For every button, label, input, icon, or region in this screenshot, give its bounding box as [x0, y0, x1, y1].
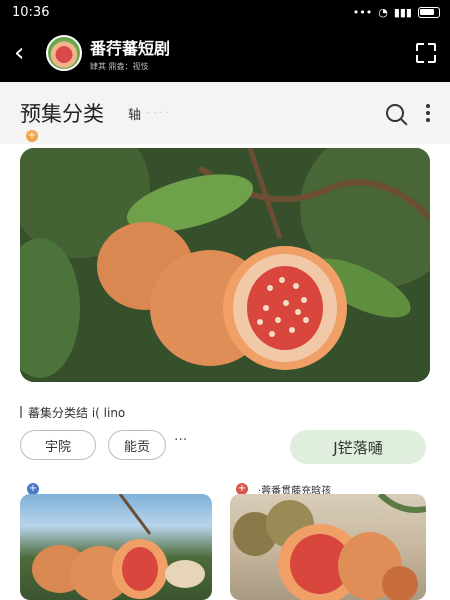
share-icon[interactable] — [412, 39, 440, 67]
app-title: 番荇蕃短剧 — [90, 38, 171, 58]
app-header: ‹ 番荇蕃短剧 肄其 鼎盎：视忮 — [0, 24, 450, 82]
signal-dots-icon: ••• — [352, 5, 373, 19]
section-title: 预集分类 — [20, 102, 104, 126]
filter-chip-1[interactable]: 宇院 — [20, 430, 96, 460]
status-icons: ••• ◔ ▮▮▮ — [353, 6, 440, 19]
section-tag-dim: · · · · — [147, 107, 170, 119]
more-icon[interactable] — [426, 104, 430, 122]
search-icon[interactable] — [386, 104, 404, 122]
status-bar: 10:36 ••• ◔ ▮▮▮ — [0, 0, 450, 24]
hero-illustration — [20, 148, 430, 382]
filter-label: 蕃集分类结 i( lino — [20, 404, 125, 421]
section-header: 预集分类 轴 · · · · — [0, 82, 450, 144]
thumbnail-card[interactable] — [230, 494, 426, 600]
section-tag[interactable]: 轴 — [128, 104, 141, 123]
filter-label-text: 蕃集分类结 i( lino — [28, 406, 126, 420]
battery-icon — [418, 6, 440, 18]
filter-chip-2[interactable]: 能贡 — [108, 430, 166, 460]
title-box: 番荇蕃短剧 肄其 鼎盎：视忮 — [90, 35, 416, 72]
more-filters-button[interactable]: ··· — [174, 432, 187, 448]
avatar[interactable] — [46, 35, 82, 71]
filter-label-bar — [20, 406, 22, 418]
app-subtitle: 肄其 鼎盎：视忮 — [90, 61, 149, 71]
hero-image[interactable] — [20, 148, 430, 382]
status-time: 10:36 — [12, 4, 50, 20]
back-arrow-icon[interactable]: ‹ — [14, 40, 36, 66]
thumbnail-card[interactable] — [20, 494, 212, 600]
wifi-icon: ◔ — [378, 5, 388, 19]
plus-icon[interactable]: + — [26, 130, 38, 142]
cell-signal-icon: ▮▮▮ — [393, 5, 412, 19]
thumbnail-illustration — [32, 494, 205, 600]
action-button[interactable]: J铓落嗵 — [290, 430, 426, 464]
thumbnail-illustration — [233, 494, 426, 600]
